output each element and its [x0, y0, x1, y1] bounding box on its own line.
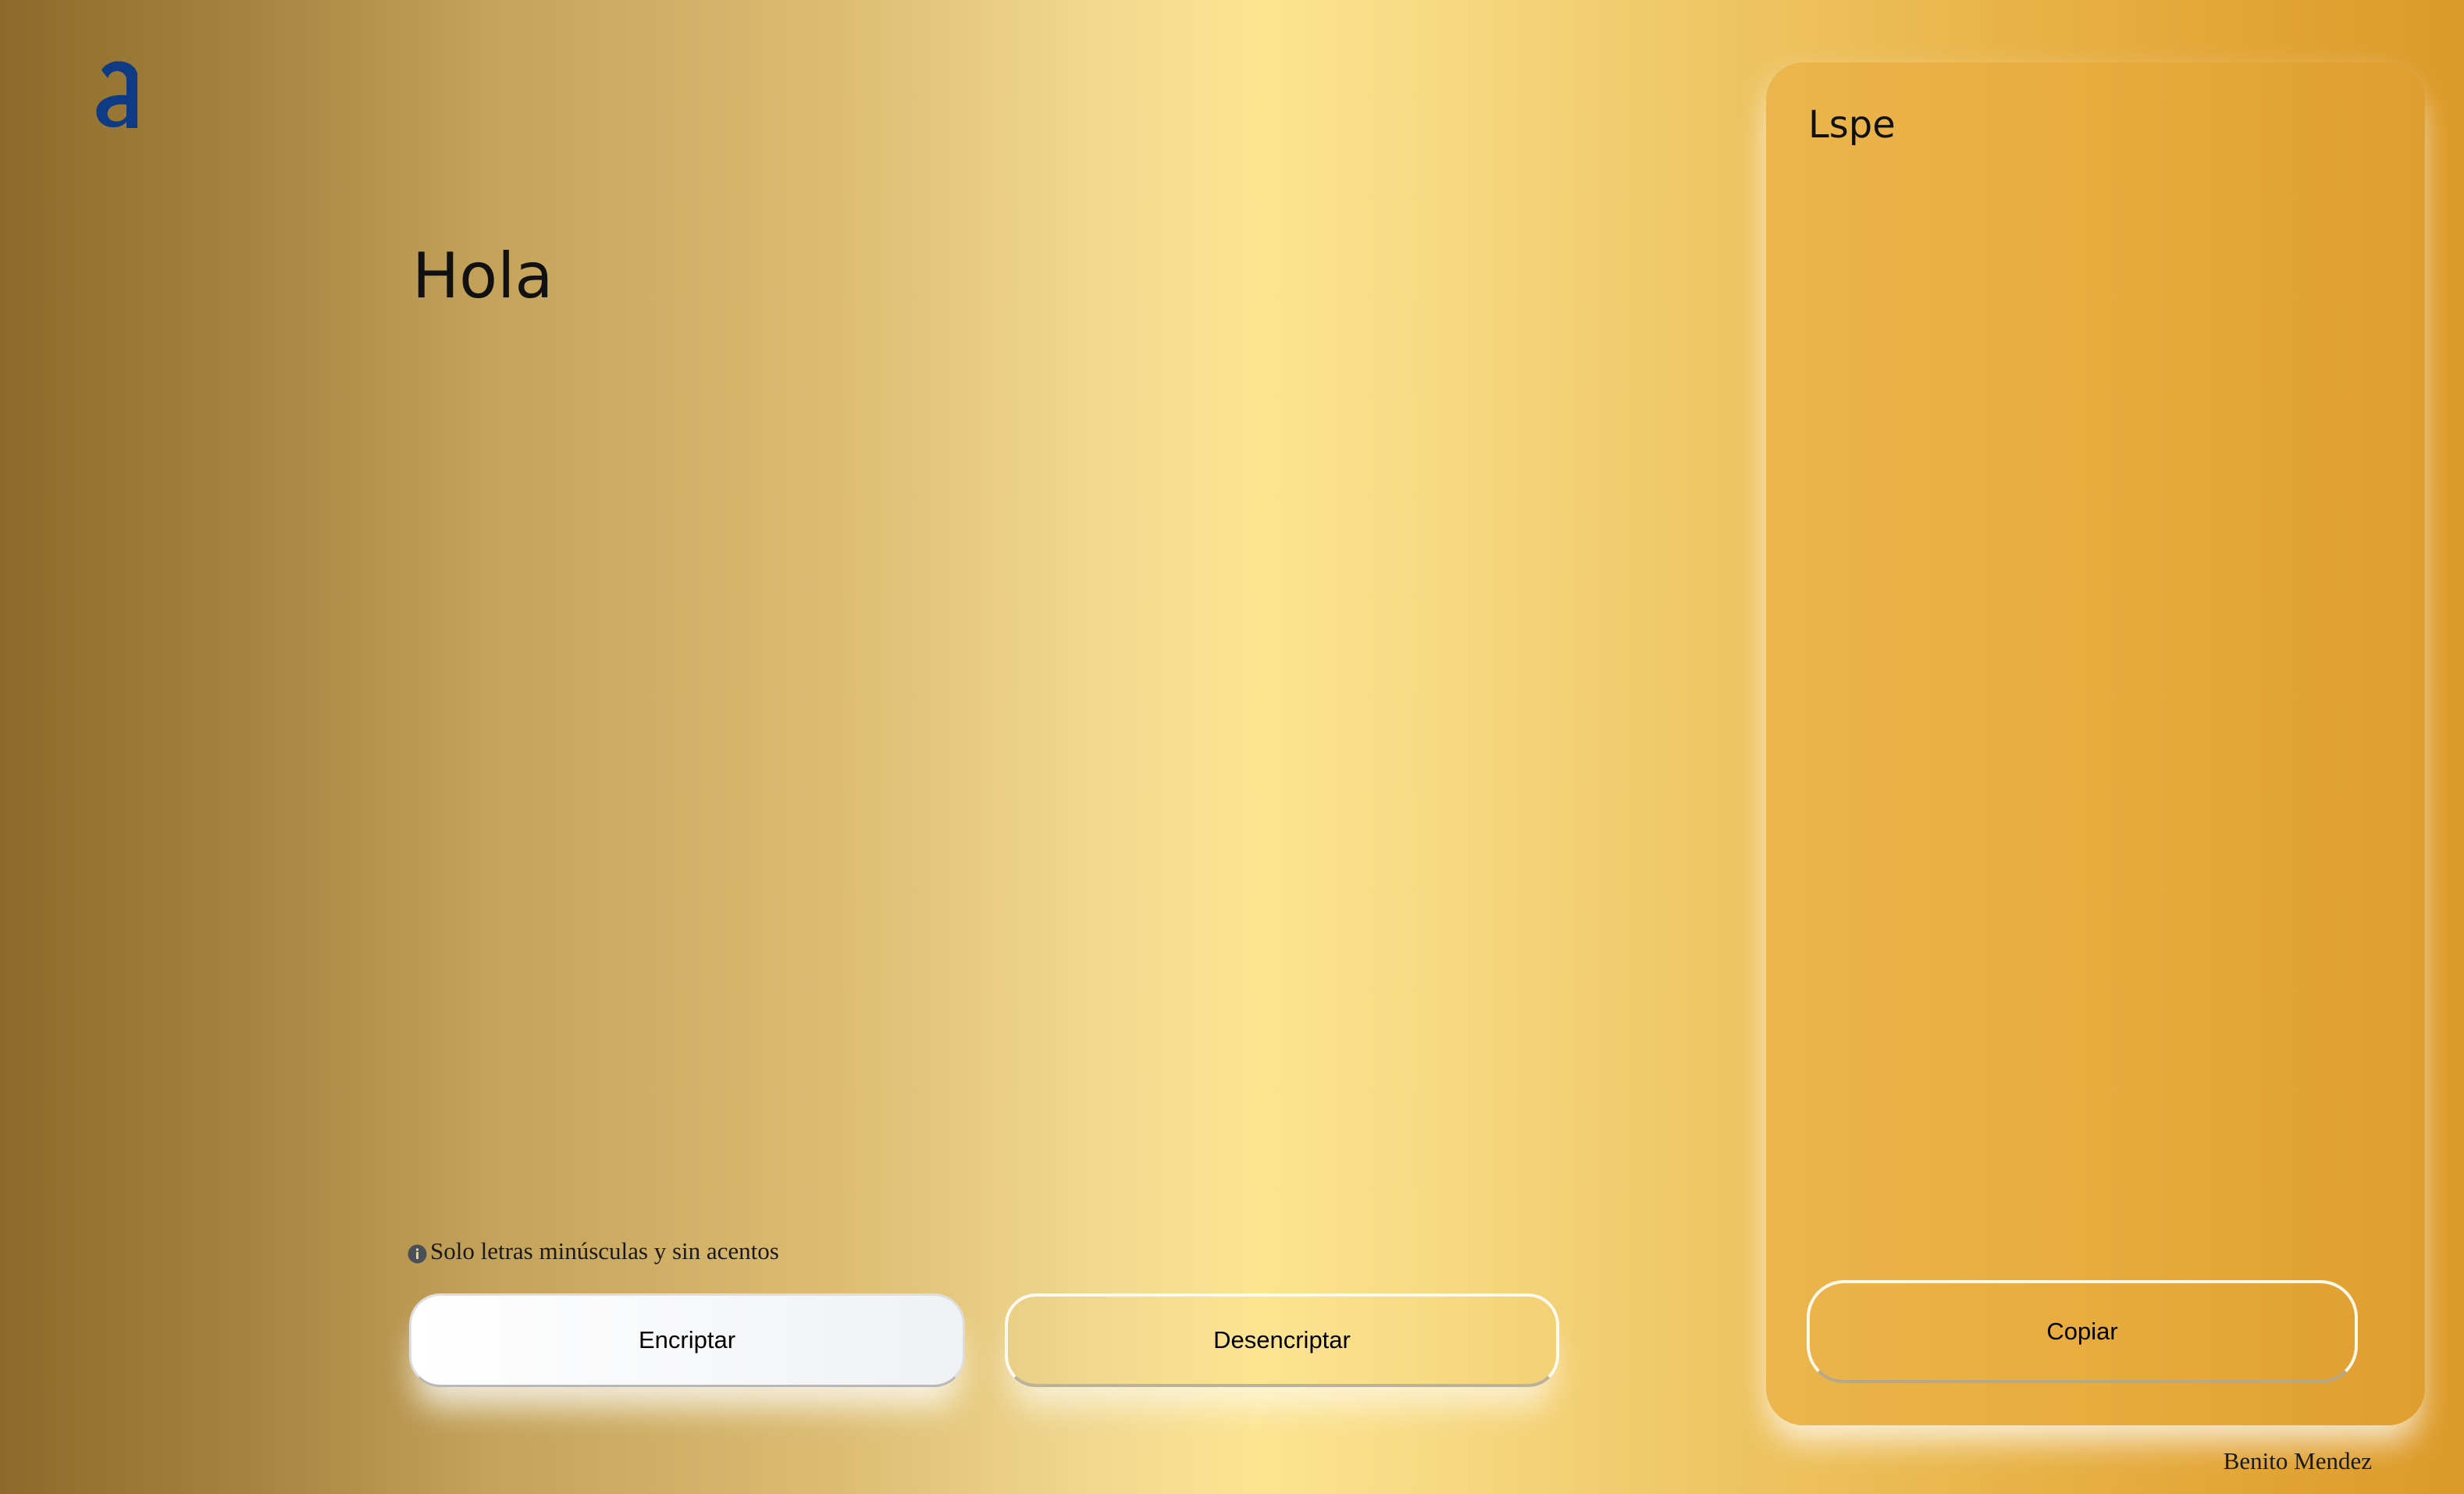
output-panel: Lspe Copiar: [1766, 62, 2425, 1425]
copy-button[interactable]: Copiar: [1807, 1280, 2358, 1383]
author-credit: Benito Mendez: [2223, 1447, 2372, 1474]
info-icon: [408, 1242, 427, 1263]
hint-text: Solo letras minúsculas y sin acentos: [430, 1237, 779, 1265]
text-input[interactable]: Hola: [412, 242, 1521, 311]
hint: Solo letras minúsculas y sin acentos: [408, 1237, 779, 1265]
logo-icon: [92, 55, 148, 133]
output-text: Lspe: [1808, 103, 1896, 147]
decrypt-button[interactable]: Desencriptar: [1005, 1293, 1559, 1387]
encrypt-button[interactable]: Encriptar: [409, 1293, 965, 1387]
